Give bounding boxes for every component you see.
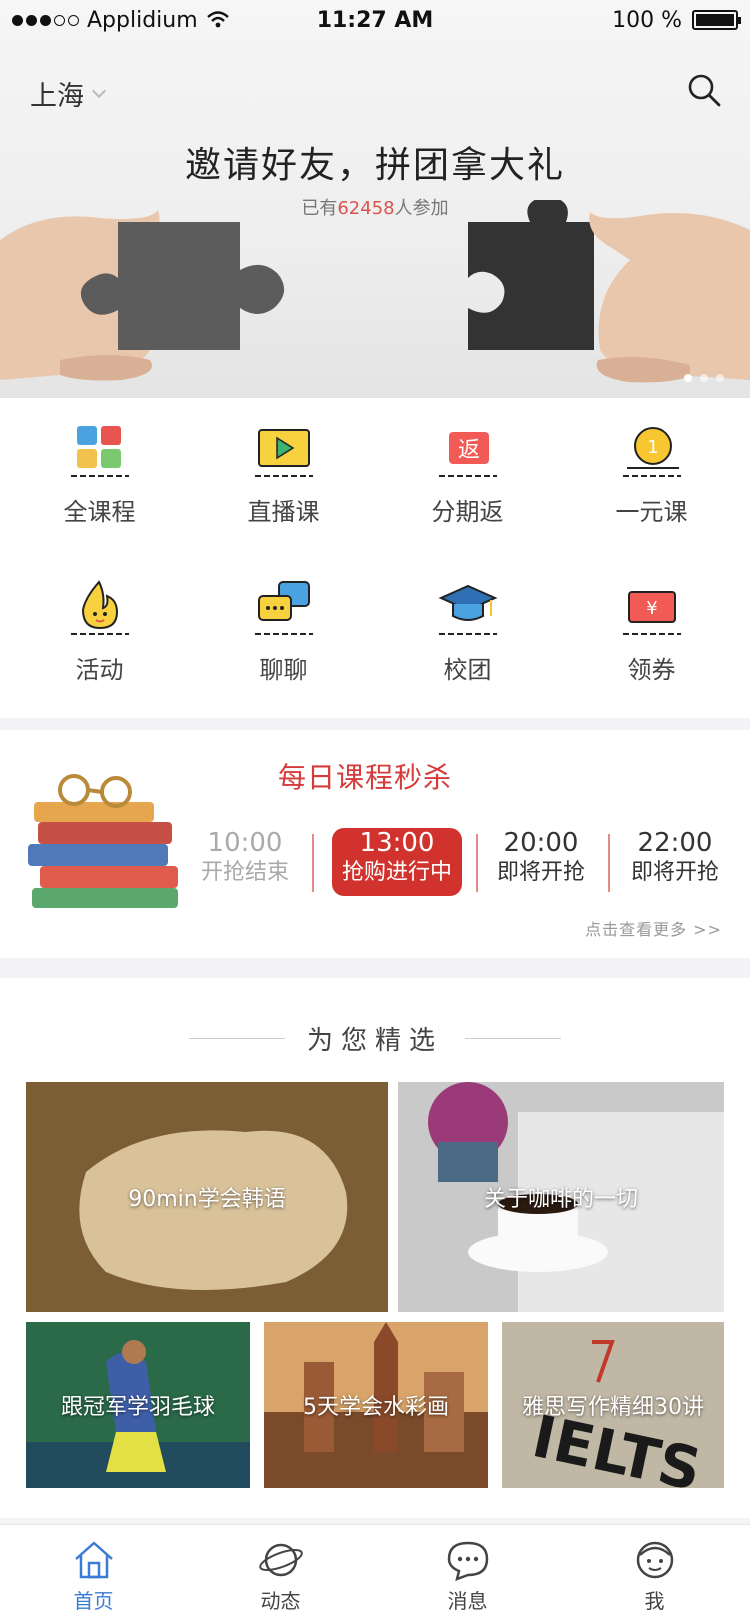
subtitle-prefix: 已有 xyxy=(301,198,338,219)
signal-strength-icon xyxy=(12,14,79,26)
live-play-icon xyxy=(254,429,313,477)
daily-seckill-section: 每日课程秒杀 10:00 开抢结束 13:00 抢购进行中 20:00 即将开抢… xyxy=(0,730,750,958)
tab-me[interactable]: 我 xyxy=(561,1525,748,1618)
grid-squares-icon xyxy=(70,426,129,477)
category-all-courses[interactable]: 全课程 xyxy=(6,400,193,550)
slot-time: 13:00 xyxy=(359,828,435,858)
category-live[interactable]: 直播课 xyxy=(190,400,377,550)
pagination-dot xyxy=(684,374,692,382)
category-events[interactable]: 活动 xyxy=(6,558,193,708)
category-grid: 全课程 直播课 返 分期返 1 一元课 活动 聊聊 校团 ¥ 领券 xyxy=(0,398,750,718)
svg-text:1: 1 xyxy=(647,437,658,458)
course-card-coffee[interactable]: 关于咖啡的一切 xyxy=(398,1082,724,1312)
course-card-ielts[interactable]: IELTS 雅思写作精细30讲 xyxy=(502,1322,724,1488)
category-label: 一元课 xyxy=(615,498,688,526)
seckill-slot[interactable]: 22:00 即将开抢 xyxy=(610,828,740,896)
category-installment[interactable]: 返 分期返 xyxy=(374,400,561,550)
bottom-tab-bar: 首页 动态 消息 我 xyxy=(0,1524,750,1618)
city-label: 上海 xyxy=(30,81,84,112)
search-icon[interactable] xyxy=(684,70,724,110)
course-card-label: 雅思写作精细30讲 xyxy=(522,1395,704,1420)
home-icon xyxy=(74,1541,113,1579)
course-card-label: 5天学会水彩画 xyxy=(303,1395,449,1420)
slot-status: 开抢结束 xyxy=(200,860,289,885)
category-label: 领券 xyxy=(627,656,676,684)
category-coupon[interactable]: ¥ 领券 xyxy=(558,558,745,708)
svg-text:¥: ¥ xyxy=(646,598,657,619)
slot-status: 即将开抢 xyxy=(630,860,719,885)
category-label: 校团 xyxy=(443,656,492,684)
battery-percent: 100 % xyxy=(612,7,682,33)
category-label: 活动 xyxy=(75,656,124,684)
svg-text:返: 返 xyxy=(457,438,479,463)
divider-line xyxy=(465,1037,561,1039)
slot-time: 10:00 xyxy=(207,828,283,858)
pagination-dot xyxy=(716,374,724,382)
wifi-icon xyxy=(206,11,229,28)
planet-icon xyxy=(258,1543,303,1577)
city-selector[interactable]: 上海 xyxy=(30,74,107,113)
banner-pagination xyxy=(684,374,724,382)
course-card-label: 跟冠军学羽毛球 xyxy=(60,1395,215,1420)
subtitle-suffix: 人参加 xyxy=(394,198,449,219)
slot-time: 20:00 xyxy=(503,828,579,858)
category-label: 分期返 xyxy=(431,498,504,526)
installment-return-icon: 返 xyxy=(438,432,497,477)
tab-label: 消息 xyxy=(447,1589,488,1613)
tab-home[interactable]: 首页 xyxy=(0,1525,187,1618)
category-label: 全课程 xyxy=(63,498,136,526)
course-card-label: 关于咖啡的一切 xyxy=(483,1187,638,1212)
category-chat[interactable]: 聊聊 xyxy=(190,558,377,708)
puzzle-hands-illustration xyxy=(0,200,750,383)
featured-title: 为您精选 xyxy=(306,1025,443,1056)
message-bubble-icon xyxy=(447,1541,488,1581)
status-time: 11:27 AM xyxy=(316,7,434,33)
course-card-korean[interactable]: 90min学会韩语 xyxy=(26,1082,388,1312)
featured-section: 为您精选 90min学会韩语 关于咖啡的一切 跟冠军学羽毛球 5天学会水彩画 I… xyxy=(0,978,750,1518)
one-yuan-coin-icon: 1 xyxy=(622,427,681,477)
seckill-slot-active[interactable]: 13:00 抢购进行中 xyxy=(332,828,462,896)
status-bar: Applidium 11:27 AM 100 % xyxy=(0,0,750,40)
category-label: 聊聊 xyxy=(259,656,308,684)
battery-icon xyxy=(691,10,741,30)
tab-messages[interactable]: 消息 xyxy=(374,1525,561,1618)
seckill-title: 每日课程秒杀 xyxy=(277,761,452,794)
course-card-watercolor[interactable]: 5天学会水彩画 xyxy=(264,1322,488,1488)
pagination-dot xyxy=(700,374,708,382)
flame-mascot-icon xyxy=(70,580,129,635)
slot-divider xyxy=(312,834,314,892)
slot-status: 抢购进行中 xyxy=(341,860,452,885)
book-stack-illustration xyxy=(28,774,178,908)
chevron-down-icon xyxy=(91,83,107,98)
banner-subtitle: 已有62458人参加 xyxy=(0,194,750,220)
divider-line xyxy=(188,1037,285,1039)
tab-label: 我 xyxy=(644,1589,665,1613)
tab-label: 首页 xyxy=(73,1589,114,1613)
chat-bubbles-icon xyxy=(254,581,313,635)
slot-time: 22:00 xyxy=(637,828,713,858)
banner-title: 邀请好友，拼团拿大礼 xyxy=(184,145,565,186)
view-more-link[interactable]: 点击查看更多 >> xyxy=(585,916,722,940)
category-label: 直播课 xyxy=(247,498,320,526)
seckill-slot[interactable]: 10:00 开抢结束 xyxy=(180,828,310,896)
course-card-label: 90min学会韩语 xyxy=(128,1187,286,1212)
graduation-cap-icon xyxy=(438,584,497,635)
category-one-yuan[interactable]: 1 一元课 xyxy=(558,400,745,550)
featured-header: 为您精选 xyxy=(0,1018,750,1058)
course-card-badminton[interactable]: 跟冠军学羽毛球 xyxy=(26,1322,250,1488)
carrier-name: Applidium xyxy=(87,7,198,33)
slot-status: 即将开抢 xyxy=(496,860,585,885)
profile-face-icon xyxy=(636,1541,673,1579)
participant-count: 62458 xyxy=(337,198,395,219)
seckill-slot[interactable]: 20:00 即将开抢 xyxy=(476,828,606,896)
promo-banner[interactable]: 上海 邀请好友，拼团拿大礼 已有62458人参加 xyxy=(0,0,750,398)
tab-feed[interactable]: 动态 xyxy=(187,1525,374,1618)
tab-label: 动态 xyxy=(260,1589,301,1613)
category-school-group[interactable]: 校团 xyxy=(374,558,561,708)
coupon-ticket-icon: ¥ xyxy=(622,591,681,635)
